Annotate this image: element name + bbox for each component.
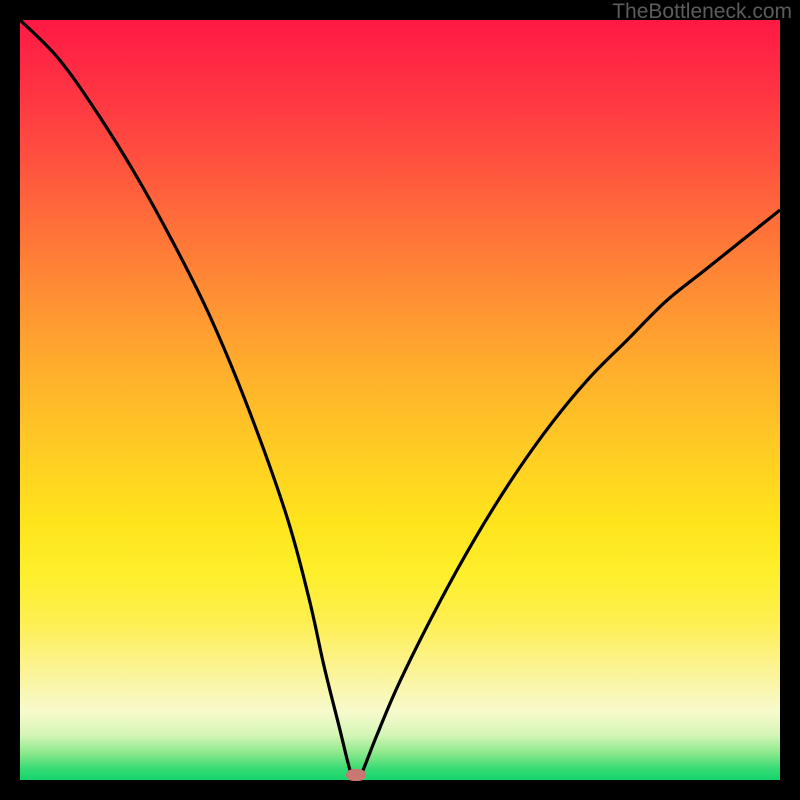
optimal-marker <box>346 769 366 781</box>
curve-path <box>20 20 780 780</box>
bottleneck-curve <box>20 20 780 780</box>
chart-frame: TheBottleneck.com <box>0 0 800 800</box>
watermark-text: TheBottleneck.com <box>612 0 792 24</box>
plot-area <box>20 20 780 780</box>
